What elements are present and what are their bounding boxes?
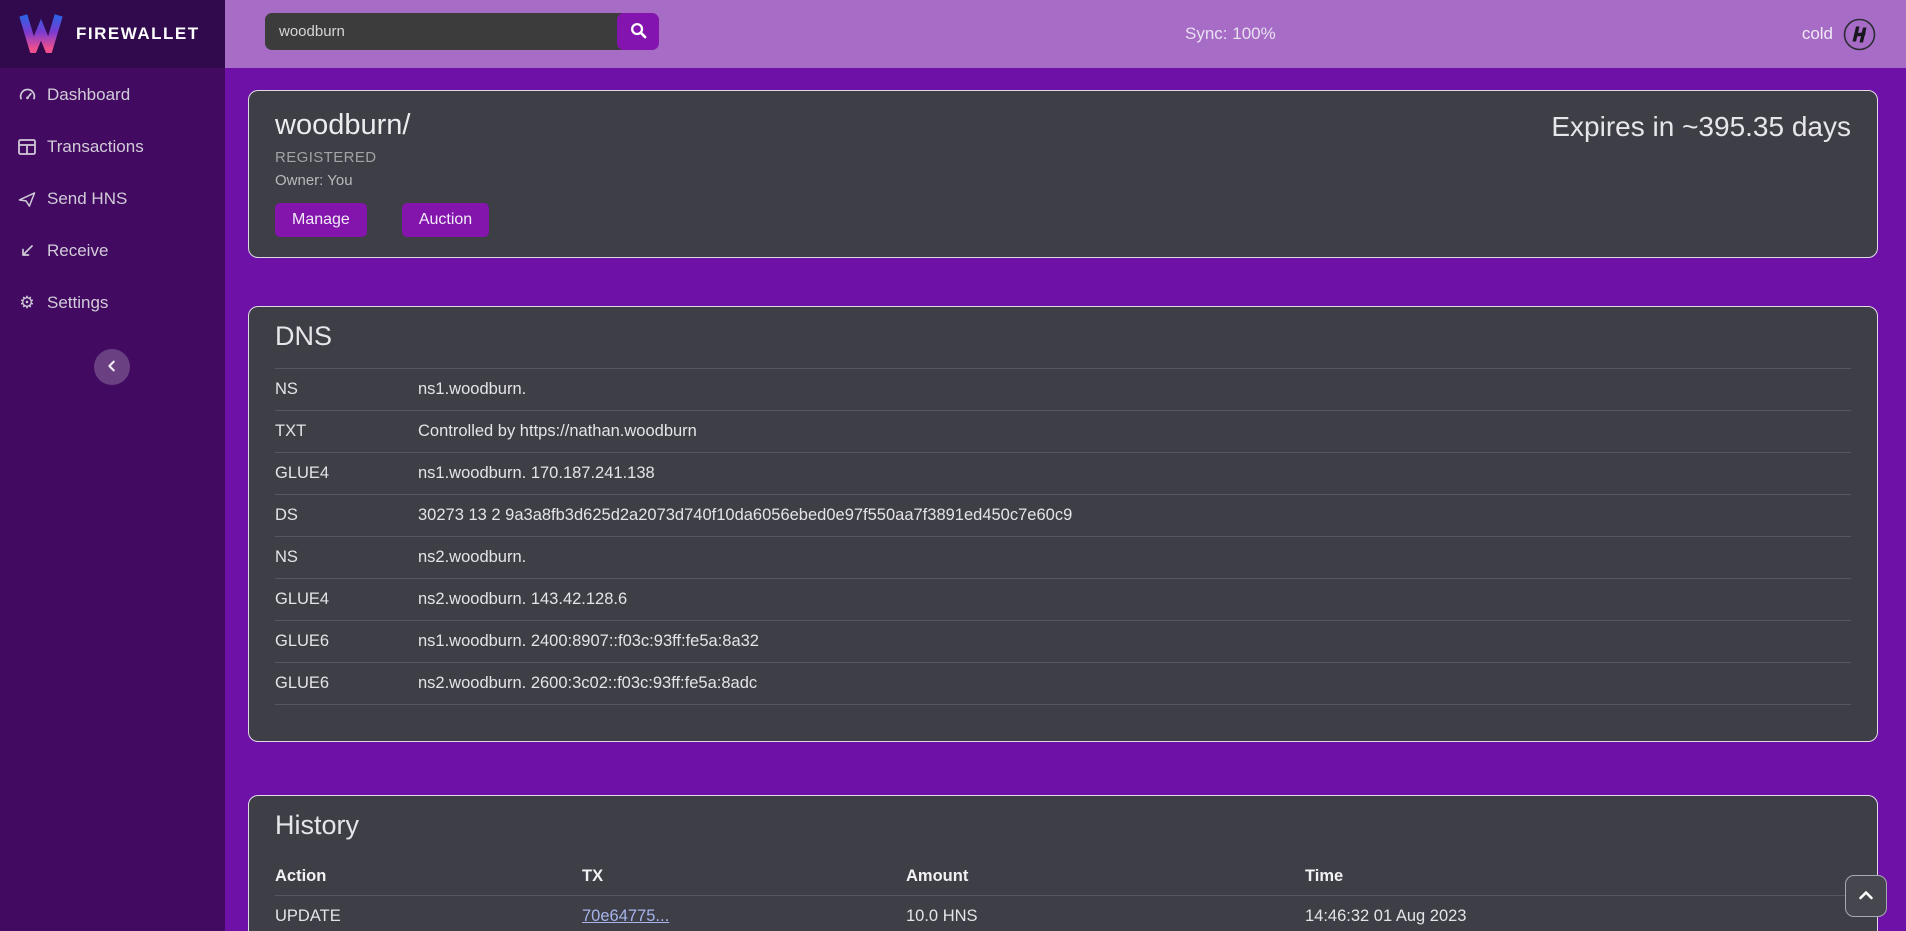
dns-record-type: NS <box>275 369 418 411</box>
dns-title: DNS <box>275 321 1851 352</box>
tx-link[interactable]: 70e64775... <box>582 907 669 925</box>
gear-icon: ⚙ <box>16 293 38 313</box>
history-table: Action TX Amount Time UPDATE 70e64775...… <box>275 857 1851 931</box>
dns-record-value: ns1.woodburn. 2400:8907::f03c:93ff:fe5a:… <box>418 621 1851 663</box>
dns-record-type: GLUE4 <box>275 453 418 495</box>
search-icon <box>630 22 647 42</box>
sidebar-item-label: Dashboard <box>47 85 130 105</box>
dns-record-row: GLUE6 ns2.woodburn. 2600:3c02::f03c:93ff… <box>275 663 1851 705</box>
dns-card: DNS NS ns1.woodburn. TXT Controlled by h… <box>248 306 1878 742</box>
dns-record-row: NS ns2.woodburn. <box>275 537 1851 579</box>
dns-record-value: ns1.woodburn. 170.187.241.138 <box>418 453 1851 495</box>
firewallet-logo-icon <box>18 11 64 58</box>
history-time: 14:46:32 01 Aug 2023 <box>1305 896 1851 931</box>
dns-record-row: GLUE4 ns1.woodburn. 170.187.241.138 <box>275 453 1851 495</box>
hns-logo-icon[interactable] <box>1843 18 1876 51</box>
wallet-name: cold <box>1802 24 1833 44</box>
table-icon <box>16 139 38 155</box>
dns-record-type: NS <box>275 537 418 579</box>
scroll-top-button[interactable] <box>1845 875 1887 917</box>
sync-status: Sync: 100% <box>1185 0 1276 68</box>
sidebar-item-label: Transactions <box>47 137 144 157</box>
history-col-tx: TX <box>582 857 906 896</box>
history-row: UPDATE 70e64775... 10.0 HNS 14:46:32 01 … <box>275 896 1851 931</box>
dns-record-type: GLUE4 <box>275 579 418 621</box>
domain-owner: Owner: You <box>275 172 1851 189</box>
history-col-amount: Amount <box>906 857 1305 896</box>
sidebar-collapse-button[interactable] <box>94 349 130 385</box>
sidebar-item-transactions[interactable]: Transactions <box>0 132 225 162</box>
main-content: woodburn/ REGISTERED Owner: You Manage A… <box>225 68 1906 931</box>
history-amount: 10.0 HNS <box>906 896 1305 931</box>
chevron-left-icon <box>105 359 119 376</box>
dns-record-value: ns2.woodburn. <box>418 537 1851 579</box>
auction-button[interactable]: Auction <box>402 203 489 237</box>
dns-table: NS ns1.woodburn. TXT Controlled by https… <box>275 368 1851 705</box>
search-input[interactable] <box>265 13 623 50</box>
wallet-area: cold <box>1802 0 1876 68</box>
dns-record-row: GLUE6 ns1.woodburn. 2400:8907::f03c:93ff… <box>275 621 1851 663</box>
history-col-time: Time <box>1305 857 1851 896</box>
sidebar-item-settings[interactable]: ⚙ Settings <box>0 288 225 318</box>
sidebar-item-dashboard[interactable]: Dashboard <box>0 80 225 110</box>
dns-record-type: TXT <box>275 411 418 453</box>
search-bar <box>265 13 659 50</box>
sidebar-item-label: Receive <box>47 241 108 261</box>
search-button[interactable] <box>617 13 659 50</box>
dns-record-row: DS 30273 13 2 9a3a8fb3d625d2a2073d740f10… <box>275 495 1851 537</box>
history-card: History Action TX Amount Time UPDATE 70e… <box>248 795 1878 931</box>
domain-actions: Manage Auction <box>275 203 1851 237</box>
dns-record-row: NS ns1.woodburn. <box>275 369 1851 411</box>
manage-button[interactable]: Manage <box>275 203 367 237</box>
sidebar-item-label: Settings <box>47 293 108 313</box>
sidebar-nav: Dashboard Transactions Send HNS Receive … <box>0 68 225 318</box>
dns-record-value: ns1.woodburn. <box>418 369 1851 411</box>
sidebar-item-label: Send HNS <box>47 189 127 209</box>
dns-record-value: ns2.woodburn. 143.42.128.6 <box>418 579 1851 621</box>
sidebar-item-receive[interactable]: Receive <box>0 236 225 266</box>
brand-name: FIREWALLET <box>76 24 200 44</box>
dns-record-value: Controlled by https://nathan.woodburn <box>418 411 1851 453</box>
domain-status-badge: REGISTERED <box>275 149 1851 166</box>
dns-record-type: GLUE6 <box>275 663 418 705</box>
sidebar: FIREWALLET Dashboard Transactions Send H… <box>0 0 225 931</box>
dns-record-type: DS <box>275 495 418 537</box>
sidebar-item-send-hns[interactable]: Send HNS <box>0 184 225 214</box>
history-header-row: Action TX Amount Time <box>275 857 1851 896</box>
dns-record-value: ns2.woodburn. 2600:3c02::f03c:93ff:fe5a:… <box>418 663 1851 705</box>
history-col-action: Action <box>275 857 582 896</box>
domain-card: woodburn/ REGISTERED Owner: You Manage A… <box>248 90 1878 258</box>
dns-record-row: GLUE4 ns2.woodburn. 143.42.128.6 <box>275 579 1851 621</box>
expiry-label: Expires in ~395.35 days <box>1551 111 1851 143</box>
brand: FIREWALLET <box>0 0 225 68</box>
dns-record-row: TXT Controlled by https://nathan.woodbur… <box>275 411 1851 453</box>
arrow-down-left-icon <box>16 243 38 259</box>
dns-record-value: 30273 13 2 9a3a8fb3d625d2a2073d740f10da6… <box>418 495 1851 537</box>
dashboard-gauge-icon <box>16 86 38 105</box>
history-action: UPDATE <box>275 896 582 931</box>
topbar: Sync: 100% cold <box>225 0 1906 68</box>
history-title: History <box>275 810 1851 841</box>
dns-record-type: GLUE6 <box>275 621 418 663</box>
chevron-up-icon <box>1858 889 1874 904</box>
paper-plane-icon <box>16 191 38 208</box>
